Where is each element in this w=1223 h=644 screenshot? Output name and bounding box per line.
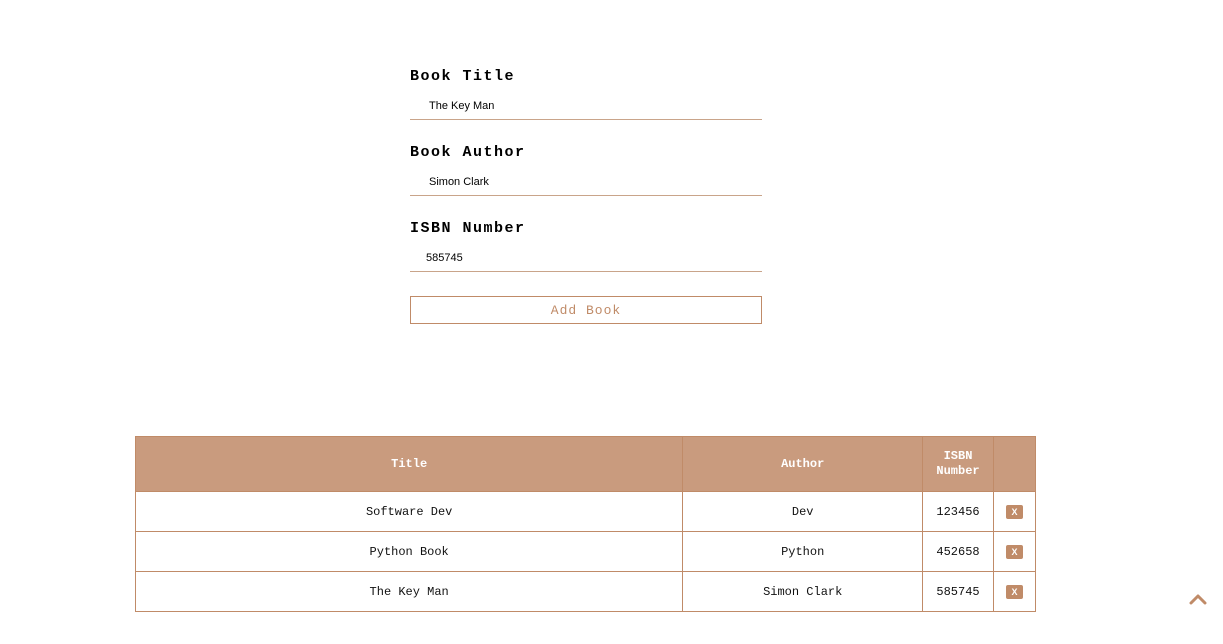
book-title-label: Book Title bbox=[410, 68, 516, 85]
table-row: The Key Man Simon Clark 585745 X bbox=[134, 571, 1036, 612]
table-row: Python Book Python 452658 X bbox=[134, 531, 1036, 572]
isbn-label: ISBN Number bbox=[410, 220, 526, 237]
cell-author: Dev bbox=[682, 491, 924, 532]
cell-title: Python Book bbox=[134, 531, 684, 572]
cell-isbn: 452658 bbox=[922, 531, 994, 572]
cell-title: Software Dev bbox=[134, 491, 684, 532]
cell-isbn: 585745 bbox=[922, 571, 994, 612]
delete-button[interactable]: X bbox=[1006, 544, 1023, 559]
cell-title: The Key Man bbox=[134, 571, 684, 612]
column-header-isbn: ISBN Number bbox=[922, 436, 994, 492]
column-header-delete bbox=[993, 436, 1036, 492]
cell-delete: X bbox=[993, 491, 1036, 532]
books-table: Title Author ISBN Number Software Dev De… bbox=[134, 436, 1036, 612]
add-book-button[interactable]: Add Book bbox=[410, 296, 762, 324]
delete-button[interactable]: X bbox=[1006, 584, 1023, 599]
cell-author: Simon Clark bbox=[682, 571, 924, 612]
cell-delete: X bbox=[993, 571, 1036, 612]
book-title-input[interactable] bbox=[410, 92, 762, 120]
cell-author: Python bbox=[682, 531, 924, 572]
column-header-title: Title bbox=[134, 436, 684, 492]
book-author-field: Book Author bbox=[410, 142, 762, 218]
book-author-label: Book Author bbox=[410, 144, 526, 161]
isbn-field: ISBN Number bbox=[410, 218, 762, 294]
book-title-field: Book Title bbox=[410, 66, 762, 142]
cell-isbn: 123456 bbox=[922, 491, 994, 532]
scroll-to-top-button[interactable] bbox=[1189, 592, 1207, 606]
book-form: Book Title Book Author ISBN Number bbox=[410, 66, 762, 294]
cell-delete: X bbox=[993, 531, 1036, 572]
isbn-input[interactable] bbox=[410, 244, 762, 272]
delete-button[interactable]: X bbox=[1006, 504, 1023, 519]
chevron-up-icon bbox=[1189, 594, 1207, 605]
table-header-row: Title Author ISBN Number bbox=[134, 436, 1036, 492]
book-author-input[interactable] bbox=[410, 168, 762, 196]
table-row: Software Dev Dev 123456 X bbox=[134, 491, 1036, 532]
column-header-author: Author bbox=[682, 436, 924, 492]
